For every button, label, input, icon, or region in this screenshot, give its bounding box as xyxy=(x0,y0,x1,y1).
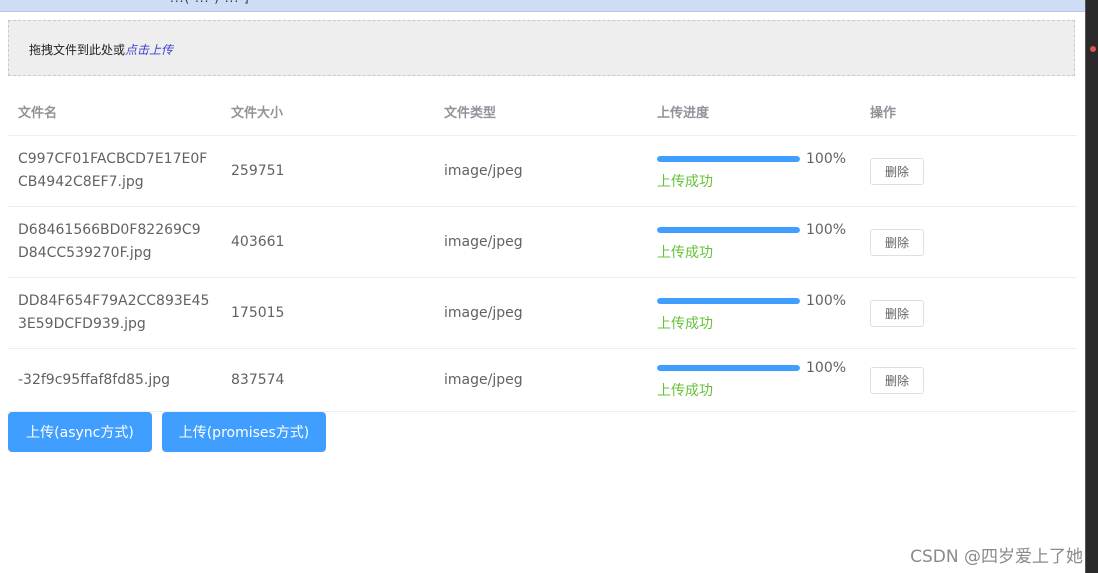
progress-fill xyxy=(657,156,800,162)
topbar-text: ...( ... ) ... ] xyxy=(170,0,250,5)
upload-status: 上传成功 xyxy=(657,174,713,190)
upload-progress: 100% 上传成功 xyxy=(647,135,860,207)
upload-promises-button[interactable]: 上传(promises方式) xyxy=(162,412,326,452)
progress-bar xyxy=(657,156,800,162)
header-file-type: 文件类型 xyxy=(434,88,647,136)
file-table: 文件名 文件大小 文件类型 上传进度 操作 C997CF01FACBCD7E17… xyxy=(8,88,1077,412)
progress-bar xyxy=(657,365,800,371)
click-upload-link[interactable]: 点击上传 xyxy=(125,43,173,57)
progress-percent: 100% xyxy=(806,293,847,309)
table-header-row: 文件名 文件大小 文件类型 上传进度 操作 xyxy=(8,88,1077,136)
table-row: D68461566BD0F82269C9D84CC539270F.jpg 403… xyxy=(8,206,1077,278)
header-file-name: 文件名 xyxy=(8,88,221,136)
dropzone-prompt-text: 拖拽文件到此处或 xyxy=(29,43,126,57)
upload-dropzone[interactable]: 拖拽文件到此处或点击上传 xyxy=(8,20,1075,76)
upload-async-button[interactable]: 上传(async方式) xyxy=(8,412,152,452)
progress-bar xyxy=(657,227,800,233)
file-name: -32f9c95ffaf8fd85.jpg xyxy=(18,371,171,388)
file-type: image/jpeg xyxy=(434,206,647,278)
header-action: 操作 xyxy=(860,88,1077,136)
browser-top-bar: ...( ... ) ... ] xyxy=(0,0,1086,12)
watermark: CSDN @四岁爱上了她 xyxy=(910,547,1083,567)
progress-percent: 100% xyxy=(806,222,847,238)
devtools-strip xyxy=(1085,0,1098,573)
file-size: 259751 xyxy=(221,135,434,207)
file-size: 403661 xyxy=(221,206,434,278)
header-upload-progress: 上传进度 xyxy=(647,88,860,136)
delete-button[interactable]: 删除 xyxy=(870,299,924,327)
progress-bar xyxy=(657,298,800,304)
upload-status: 上传成功 xyxy=(657,383,713,399)
file-name: C997CF01FACBCD7E17E0FCB4942C8EF7.jpg xyxy=(18,151,208,190)
dropzone-prompt: 拖拽文件到此处或点击上传 xyxy=(29,41,173,58)
progress-percent: 100% xyxy=(806,151,847,167)
delete-button[interactable]: 删除 xyxy=(870,157,924,185)
progress-fill xyxy=(657,298,800,304)
file-type: image/jpeg xyxy=(434,135,647,207)
delete-button[interactable]: 删除 xyxy=(870,366,924,394)
record-icon xyxy=(1090,46,1096,52)
progress-fill xyxy=(657,227,800,233)
delete-button[interactable]: 删除 xyxy=(870,228,924,256)
file-type: image/jpeg xyxy=(434,348,647,412)
file-name: D68461566BD0F82269C9D84CC539270F.jpg xyxy=(18,222,201,261)
file-size: 175015 xyxy=(221,277,434,349)
header-file-size: 文件大小 xyxy=(221,88,434,136)
table-row: DD84F654F79A2CC893E453E59DCFD939.jpg 175… xyxy=(8,277,1077,349)
progress-percent: 100% xyxy=(806,360,847,376)
upload-status: 上传成功 xyxy=(657,245,713,261)
file-type: image/jpeg xyxy=(434,277,647,349)
table-row: C997CF01FACBCD7E17E0FCB4942C8EF7.jpg 259… xyxy=(8,135,1077,207)
file-size: 837574 xyxy=(221,348,434,412)
upload-progress: 100% 上传成功 xyxy=(647,348,860,412)
upload-progress: 100% 上传成功 xyxy=(647,206,860,278)
table-row: -32f9c95ffaf8fd85.jpg 837574 image/jpeg … xyxy=(8,348,1077,412)
upload-progress: 100% 上传成功 xyxy=(647,277,860,349)
upload-status: 上传成功 xyxy=(657,316,713,332)
progress-fill xyxy=(657,365,800,371)
file-name: DD84F654F79A2CC893E453E59DCFD939.jpg xyxy=(18,293,210,332)
